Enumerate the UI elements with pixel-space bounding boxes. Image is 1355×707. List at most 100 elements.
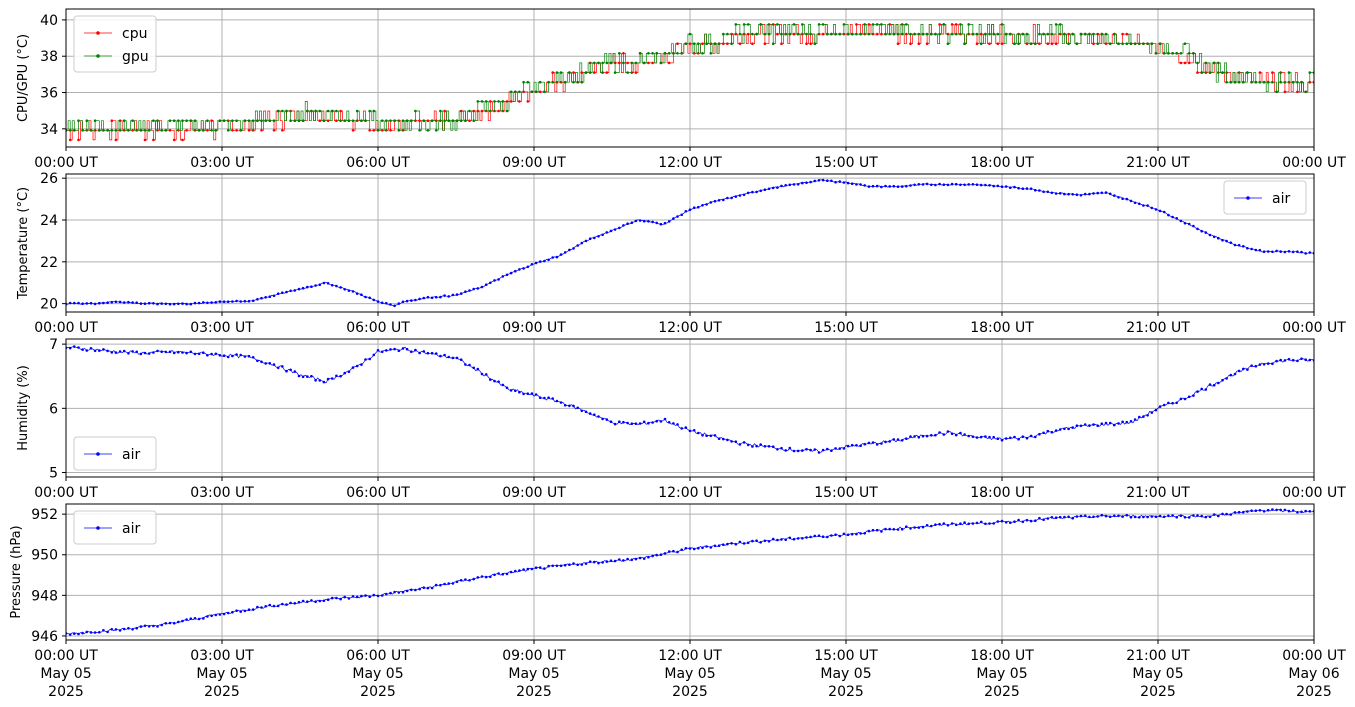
data-point [1046, 42, 1050, 45]
data-point [896, 528, 900, 531]
x-tick-year: 2025 [672, 684, 708, 700]
data-point [314, 109, 317, 113]
data-point [1237, 80, 1241, 84]
data-point [1113, 194, 1116, 197]
data-point [451, 582, 455, 585]
data-point [127, 352, 130, 355]
data-point [468, 119, 471, 122]
data-point [160, 129, 163, 132]
data-point [226, 355, 230, 359]
data-point [260, 119, 263, 122]
data-point [464, 363, 467, 366]
data-point [1162, 52, 1166, 55]
data-point [538, 396, 542, 400]
data-point [489, 378, 492, 381]
data-point [235, 299, 238, 303]
data-point [572, 80, 575, 84]
data-point [921, 434, 925, 438]
data-point [1017, 518, 1020, 522]
data-point [888, 527, 891, 531]
data-point [892, 528, 896, 531]
data-point [1266, 362, 1270, 365]
data-point [472, 366, 476, 370]
data-point [584, 410, 588, 414]
data-point [251, 356, 255, 359]
data-point [1208, 515, 1212, 519]
data-point [193, 617, 197, 620]
data-point [1009, 186, 1012, 189]
data-point [310, 285, 313, 289]
data-point [667, 61, 671, 65]
data-point [651, 61, 654, 65]
data-point [638, 52, 642, 55]
data-point [135, 350, 138, 354]
data-point [1096, 42, 1099, 45]
data-point [147, 301, 151, 305]
data-point [1187, 222, 1191, 226]
data-point [584, 562, 588, 565]
data-point [247, 299, 251, 303]
data-point [272, 363, 276, 366]
data-point [742, 441, 746, 444]
data-point [276, 604, 280, 608]
data-point [967, 434, 970, 438]
data-point [850, 182, 854, 185]
data-point [634, 557, 638, 561]
data-point [156, 119, 159, 122]
data-point [493, 573, 496, 577]
data-point [434, 129, 438, 132]
data-point [959, 522, 962, 525]
x-tick-label: 06:00 UT [346, 155, 410, 171]
data-point [185, 119, 188, 122]
data-point [996, 520, 1000, 523]
data-point [921, 183, 925, 186]
data-point [1296, 511, 1299, 514]
data-point [834, 32, 837, 36]
data-point [1075, 42, 1079, 45]
data-point [85, 302, 89, 305]
data-point [1009, 436, 1012, 440]
data-point [322, 281, 326, 285]
data-point [979, 435, 983, 439]
data-point [568, 404, 571, 408]
data-point [1175, 516, 1178, 519]
data-point [239, 129, 242, 132]
data-point [942, 23, 946, 26]
data-point [763, 539, 767, 543]
data-point [1013, 42, 1016, 45]
data-point [771, 445, 775, 449]
x-tick-label: 03:00 UT [190, 155, 254, 171]
data-point [996, 32, 1000, 36]
data-point [102, 348, 105, 351]
data-point [1117, 422, 1120, 425]
data-point [1034, 188, 1037, 192]
data-point [1025, 518, 1029, 522]
data-point [214, 129, 218, 132]
data-point [705, 545, 708, 548]
data-point [771, 42, 775, 45]
data-point [572, 247, 575, 250]
data-point [1096, 515, 1099, 518]
data-point [746, 23, 750, 26]
x-tick-date: May 05 [1132, 666, 1183, 682]
data-point [1108, 192, 1112, 196]
data-point [543, 259, 546, 263]
data-point [1221, 512, 1224, 516]
data-point [530, 567, 534, 571]
data-point [118, 350, 122, 353]
x-tick-label: 00:00 UT [34, 648, 98, 664]
data-point [364, 594, 367, 597]
data-point [543, 567, 546, 570]
data-point [1034, 42, 1037, 45]
data-point [526, 265, 530, 269]
data-point [792, 183, 796, 186]
data-point [218, 119, 222, 122]
data-point [826, 447, 829, 451]
data-point [1129, 42, 1133, 45]
data-point [443, 294, 446, 297]
data-point [1046, 190, 1050, 194]
data-point [917, 436, 921, 439]
data-point [127, 627, 130, 630]
data-point [135, 301, 138, 305]
data-point [622, 420, 625, 424]
